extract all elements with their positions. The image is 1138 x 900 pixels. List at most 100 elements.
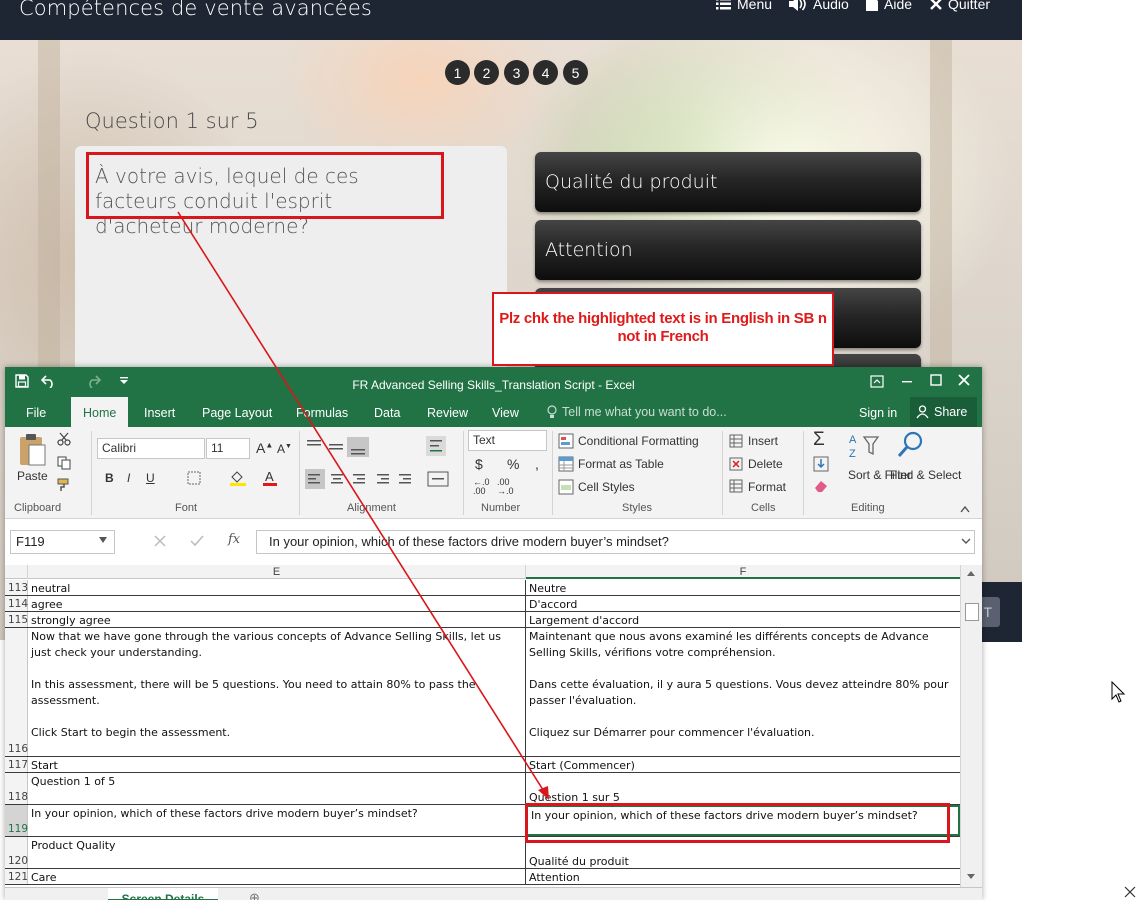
- cell[interactable]: strongly agree: [28, 612, 526, 627]
- font-color-icon[interactable]: A: [262, 469, 278, 487]
- undo-icon[interactable]: [41, 374, 57, 388]
- cut-icon[interactable]: [57, 432, 71, 446]
- cell[interactable]: Neutre: [526, 580, 960, 595]
- tab-formulas[interactable]: Formulas: [296, 397, 348, 427]
- row-number[interactable]: 120: [5, 837, 28, 868]
- row-number[interactable]: 116: [5, 628, 28, 756]
- page-dot-2[interactable]: 2: [474, 60, 499, 85]
- format-as-table-icon[interactable]: [558, 456, 574, 472]
- quit-button[interactable]: Quitter: [930, 0, 990, 12]
- fill-icon[interactable]: [813, 456, 829, 472]
- cell[interactable]: agree: [28, 596, 526, 611]
- cell[interactable]: Question 1 of 5: [28, 773, 526, 804]
- italic-icon[interactable]: I: [127, 471, 130, 485]
- tab-view[interactable]: View: [492, 397, 519, 427]
- insert-cells-icon[interactable]: [729, 434, 743, 448]
- font-name-select[interactable]: Calibri: [97, 438, 205, 459]
- chevron-down-icon[interactable]: [99, 537, 107, 543]
- close-icon[interactable]: [1124, 886, 1136, 898]
- sheet-tab-screen-details[interactable]: Screen Details: [108, 888, 218, 900]
- tab-page-layout[interactable]: Page Layout: [202, 397, 272, 427]
- shrink-font-icon[interactable]: A▼: [277, 442, 292, 456]
- find-select-label[interactable]: Find & Select: [890, 467, 961, 483]
- tab-review[interactable]: Review: [427, 397, 468, 427]
- sign-in-link[interactable]: Sign in: [859, 397, 897, 427]
- vertical-scrollbar[interactable]: [960, 565, 982, 887]
- cell[interactable]: Start: [28, 757, 526, 772]
- percent-icon[interactable]: %: [507, 456, 519, 472]
- minimize-icon[interactable]: [901, 375, 913, 387]
- tab-insert[interactable]: Insert: [144, 397, 175, 427]
- cell[interactable]: Now that we have gone through the variou…: [28, 628, 526, 756]
- share-button[interactable]: Share: [910, 397, 978, 427]
- row-number[interactable]: 117: [5, 757, 28, 772]
- scroll-thumb[interactable]: [965, 603, 979, 621]
- comma-style-icon[interactable]: ,: [535, 456, 539, 472]
- page-dot-5[interactable]: 5: [563, 60, 588, 85]
- cell[interactable]: D'accord: [526, 596, 960, 611]
- close-icon[interactable]: [958, 374, 970, 386]
- horizontal-alignment-icons[interactable]: [305, 469, 417, 489]
- maximize-icon[interactable]: [930, 374, 942, 386]
- cell[interactable]: neutral: [28, 580, 526, 595]
- format-as-table-label[interactable]: Format as Table: [578, 457, 664, 471]
- conditional-formatting-label[interactable]: Conditional Formatting: [578, 434, 699, 448]
- tab-data[interactable]: Data: [374, 397, 400, 427]
- scroll-down-icon[interactable]: [966, 873, 976, 881]
- insert-function-icon[interactable]: fx: [228, 532, 240, 547]
- row-number[interactable]: 114: [5, 596, 28, 611]
- column-header-e[interactable]: E: [28, 565, 526, 579]
- tell-me-search[interactable]: Tell me what you want to do...: [547, 397, 727, 427]
- cell[interactable]: In your opinion, which of these factors …: [28, 805, 526, 836]
- cell[interactable]: Attention: [526, 869, 960, 884]
- cell[interactable]: Question 1 sur 5: [526, 773, 960, 804]
- answer-option-2[interactable]: Attention: [535, 220, 921, 280]
- format-cells-label[interactable]: Format: [748, 480, 786, 494]
- grow-font-icon[interactable]: A▲: [256, 440, 273, 456]
- row-number[interactable]: 115: [5, 612, 28, 627]
- clear-icon[interactable]: [813, 479, 829, 493]
- menu-button[interactable]: Menu: [716, 0, 772, 12]
- tab-home[interactable]: Home: [71, 397, 129, 427]
- add-sheet-icon[interactable]: ⊕: [249, 888, 263, 900]
- scroll-up-icon[interactable]: [966, 569, 976, 577]
- cell[interactable]: Maintenant que nous avons examiné les di…: [526, 628, 960, 756]
- collapse-ribbon-icon[interactable]: [960, 505, 970, 513]
- row-number[interactable]: 119: [5, 805, 28, 836]
- copy-icon[interactable]: [57, 456, 71, 470]
- redo-icon[interactable]: [85, 374, 101, 388]
- bold-icon[interactable]: B: [105, 471, 114, 485]
- font-size-select[interactable]: 11: [206, 438, 250, 459]
- increase-decimal-icon[interactable]: ←.0.00: [473, 478, 490, 496]
- cancel-entry-icon[interactable]: [154, 535, 166, 547]
- find-select-icon[interactable]: [896, 430, 926, 462]
- underline-icon[interactable]: U: [146, 471, 155, 485]
- help-button[interactable]: Aide: [866, 0, 912, 12]
- paste-label[interactable]: Paste: [17, 469, 48, 483]
- delete-cells-icon[interactable]: [729, 457, 743, 471]
- cell[interactable]: Largement d'accord: [526, 612, 960, 627]
- save-icon[interactable]: [15, 374, 29, 388]
- format-cells-icon[interactable]: [729, 479, 743, 493]
- cell-styles-icon[interactable]: [558, 479, 574, 495]
- currency-icon[interactable]: $: [475, 456, 483, 472]
- vertical-alignment-icons[interactable]: [305, 437, 401, 457]
- audio-button[interactable]: Audio: [789, 0, 849, 12]
- ribbon-display-icon[interactable]: [870, 375, 884, 388]
- sort-filter-icon[interactable]: AZ: [848, 431, 882, 461]
- tab-file[interactable]: File: [26, 397, 46, 427]
- number-format-select[interactable]: Text: [468, 430, 547, 451]
- wrap-text-icon[interactable]: [425, 435, 447, 457]
- cell-styles-label[interactable]: Cell Styles: [578, 480, 635, 494]
- expand-formula-bar-icon[interactable]: [961, 538, 971, 545]
- decrease-decimal-icon[interactable]: .00 →.0: [497, 478, 514, 496]
- page-dot-1[interactable]: 1: [445, 60, 470, 85]
- autosum-icon[interactable]: Σ: [813, 429, 825, 451]
- delete-cells-label[interactable]: Delete: [748, 457, 783, 471]
- column-header-f[interactable]: F: [526, 565, 960, 579]
- row-number[interactable]: 113: [5, 580, 28, 595]
- insert-cells-label[interactable]: Insert: [748, 434, 778, 448]
- conditional-formatting-icon[interactable]: [558, 433, 574, 449]
- merge-center-icon[interactable]: [427, 470, 449, 488]
- paste-icon[interactable]: [17, 433, 47, 467]
